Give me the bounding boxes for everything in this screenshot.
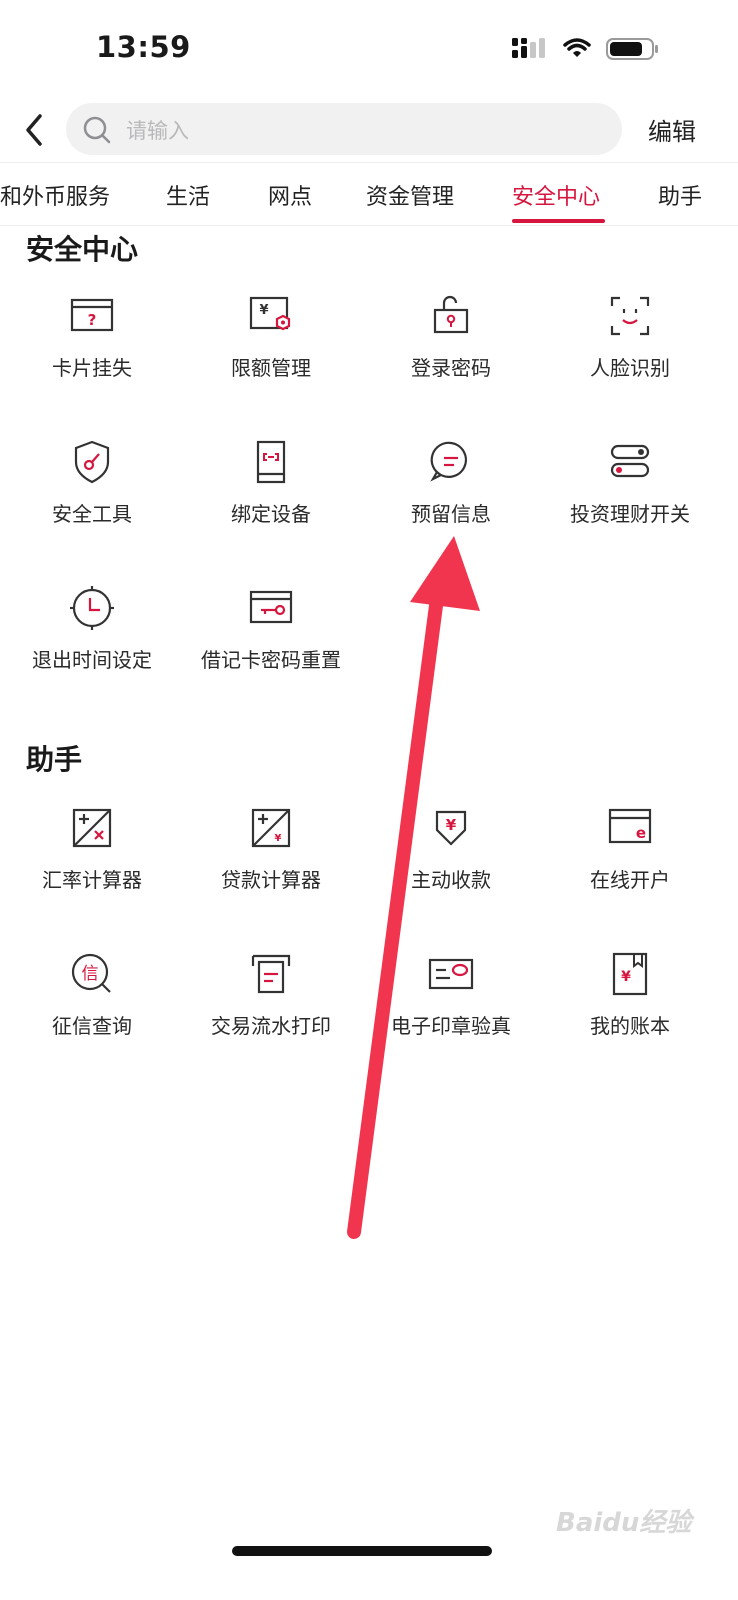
status-icons [510, 36, 660, 68]
grid-item-logout-time[interactable]: 退出时间设定 [2, 584, 182, 704]
grid-item-label: 人脸识别 [590, 356, 670, 380]
grid-item-label: 安全工具 [52, 502, 132, 526]
svg-text:e: e [636, 824, 646, 842]
grid-item-label: 电子印章验真 [391, 1014, 511, 1038]
grid-item-reserved-info[interactable]: 预留信息 [361, 438, 541, 558]
edit-button[interactable]: 编辑 [648, 112, 696, 147]
phone-link-icon [256, 440, 286, 484]
svg-text:¥: ¥ [259, 303, 268, 318]
loan-calculator-icon: ¥ [251, 808, 291, 848]
search-input[interactable]: 请输入 [66, 103, 622, 155]
svg-text:¥: ¥ [275, 833, 282, 844]
message-icon [430, 441, 467, 482]
grid-item-label: 主动收款 [411, 868, 491, 892]
svg-text:¥: ¥ [446, 816, 457, 834]
grid-item-card-loss[interactable]: ? 卡片挂失 [2, 292, 182, 412]
search-placeholder: 请输入 [126, 119, 189, 143]
svg-text:?: ? [88, 311, 97, 329]
active-tab-indicator [512, 219, 605, 223]
limit-icon: ¥ [249, 296, 291, 331]
tab-life[interactable]: 生活 [166, 179, 210, 211]
status-time: 13:59 [96, 30, 191, 64]
grid-item-transaction-print[interactable]: 交易流水打印 [181, 950, 361, 1070]
online-account-icon: e [608, 808, 652, 844]
grid-item-exchange-calculator[interactable]: 汇率计算器 [2, 804, 182, 924]
back-button[interactable] [18, 110, 52, 150]
grid-item-security-tools[interactable]: 安全工具 [2, 438, 182, 558]
grid-item-label: 在线开户 [590, 868, 670, 892]
card-key-icon [249, 590, 293, 624]
seal-verify-icon [428, 958, 474, 990]
home-indicator[interactable] [232, 1546, 492, 1556]
tab-security-center[interactable]: 安全中心 [512, 179, 600, 211]
grid-item-active-collection[interactable]: ¥ 主动收款 [361, 804, 541, 924]
tab-assistant[interactable]: 助手 [658, 179, 702, 211]
exchange-calculator-icon [72, 808, 112, 848]
grid-item-label: 借记卡密码重置 [201, 648, 341, 672]
grid-item-loan-calculator[interactable]: ¥ 贷款计算器 [181, 804, 361, 924]
shield-key-icon [74, 440, 110, 484]
grid-item-login-password[interactable]: 登录密码 [361, 292, 541, 412]
section-title-assistant: 助手 [26, 743, 83, 776]
print-icon [251, 954, 291, 994]
grid-item-debit-password-reset[interactable]: 借记卡密码重置 [181, 584, 361, 704]
lock-icon [433, 295, 469, 334]
grid-item-my-ledger[interactable]: ¥ 我的账本 [540, 950, 720, 1070]
grid-item-seal-verification[interactable]: 电子印章验真 [361, 950, 541, 1070]
section-title-security: 安全中心 [26, 233, 139, 266]
tab-branches[interactable]: 网点 [268, 179, 312, 211]
baidu-watermark: Baidu经验 [556, 1508, 692, 1538]
tab-fund-management[interactable]: 资金管理 [366, 179, 454, 211]
grid-item-label: 我的账本 [590, 1014, 670, 1038]
grid-item-label: 汇率计算器 [42, 868, 142, 892]
grid-item-limit-management[interactable]: ¥ 限额管理 [181, 292, 361, 412]
ledger-icon: ¥ [612, 952, 648, 996]
chevron-left-icon [26, 114, 42, 146]
grid-item-credit-query[interactable]: 信 征信查询 [2, 950, 182, 1070]
clock-icon [70, 586, 114, 630]
grid-item-label: 卡片挂失 [52, 356, 132, 380]
face-scan-icon [610, 296, 650, 336]
credit-query-icon: 信 [71, 953, 111, 993]
grid-item-label: 预留信息 [411, 502, 491, 526]
signal-wifi-battery-icon [512, 38, 658, 60]
tab-foreign-currency[interactable]: 和外币服务 [0, 179, 110, 211]
category-tabs: 和外币服务 生活 网点 资金管理 安全中心 助手 [0, 162, 738, 226]
credit-glyph: 信 [82, 964, 99, 984]
grid-item-label: 退出时间设定 [32, 648, 152, 672]
receive-money-icon: ¥ [435, 810, 467, 846]
grid-item-face-recognition[interactable]: 人脸识别 [540, 292, 720, 412]
toggle-icon [610, 444, 650, 478]
grid-item-label: 限额管理 [231, 356, 311, 380]
grid-item-label: 登录密码 [411, 356, 491, 380]
grid-item-online-account[interactable]: e 在线开户 [540, 804, 720, 924]
grid-item-investment-switch[interactable]: 投资理财开关 [540, 438, 720, 558]
grid-item-label: 投资理财开关 [570, 502, 690, 526]
grid-item-label: 绑定设备 [231, 502, 311, 526]
search-icon [83, 116, 111, 144]
grid-item-label: 交易流水打印 [211, 1014, 331, 1038]
svg-text:¥: ¥ [621, 969, 631, 985]
status-bar: 13:59 [0, 0, 738, 100]
grid-item-label: 征信查询 [52, 1014, 132, 1038]
card-question-icon: ? [70, 298, 114, 332]
grid-item-bind-device[interactable]: 绑定设备 [181, 438, 361, 558]
search-row: 请输入 编辑 [0, 100, 738, 162]
grid-item-label: 贷款计算器 [221, 868, 321, 892]
